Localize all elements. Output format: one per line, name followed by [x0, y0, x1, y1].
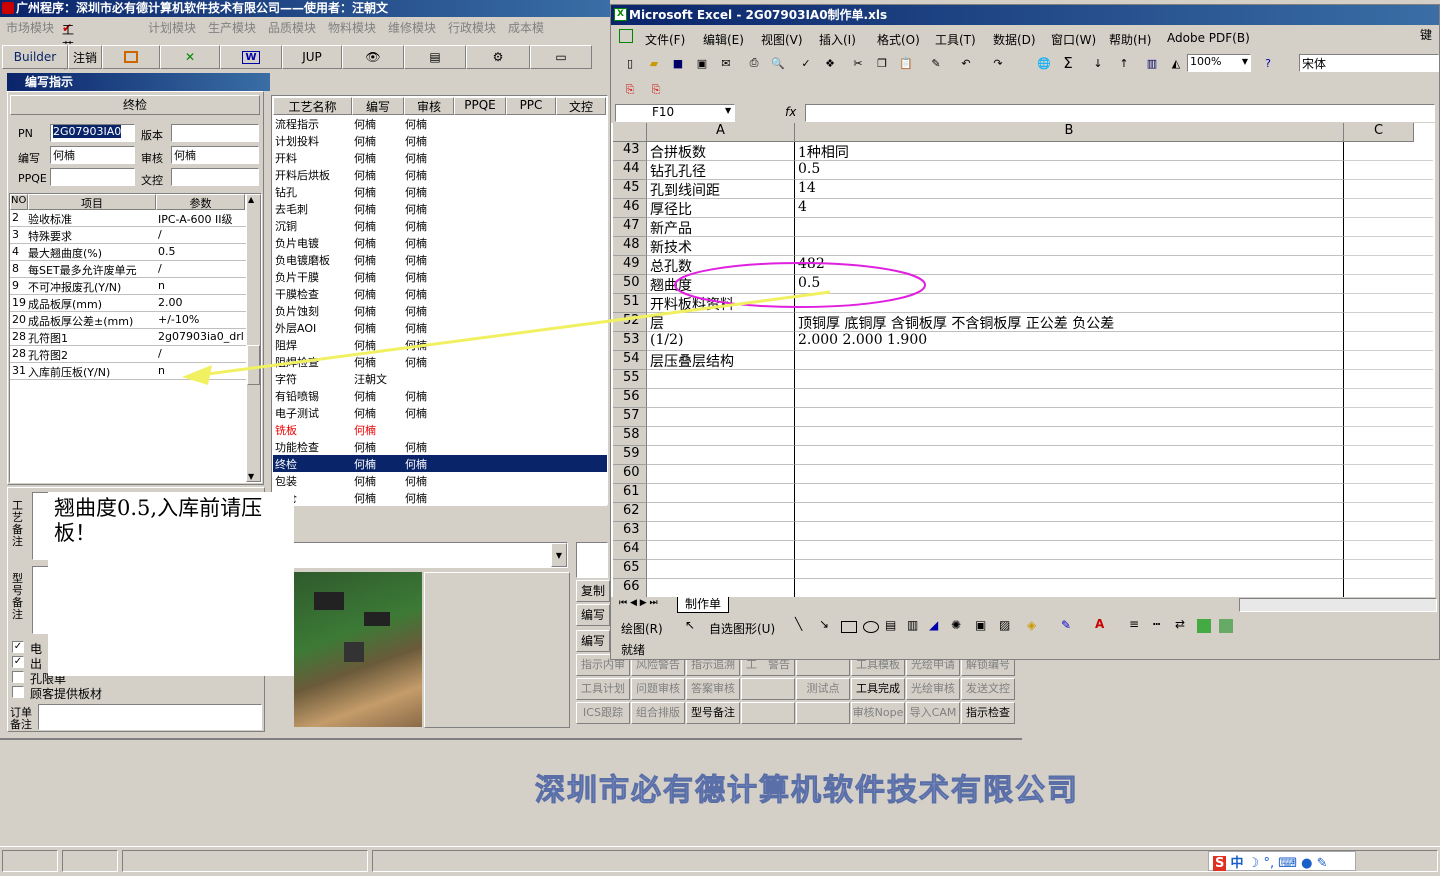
ime-bar[interactable]: S 中 ☽ °, ⌨ ● ✎ [1208, 851, 1356, 871]
status-pane-3 [122, 850, 368, 872]
status-pane-1 [2, 850, 58, 872]
user-icon[interactable]: ● [1301, 856, 1312, 871]
wrench-icon[interactable]: ✎ [1317, 856, 1328, 871]
status-pane-2 [62, 850, 118, 872]
highlight-ellipse [674, 262, 926, 308]
moon-icon[interactable]: ☽ [1248, 856, 1260, 871]
annotation-overlay [182, 262, 926, 385]
ime-mode[interactable]: 中 [1231, 856, 1244, 871]
annotation-arrow-line [199, 290, 831, 377]
punct-icon[interactable]: °, [1263, 856, 1274, 871]
bottom-status-bar: S 中 ☽ °, ⌨ ● ✎ [0, 846, 1440, 876]
keyboard-icon[interactable]: ⌨ [1278, 856, 1297, 871]
sogou-icon: S [1213, 856, 1227, 871]
annotation-arrow-head [182, 365, 212, 385]
